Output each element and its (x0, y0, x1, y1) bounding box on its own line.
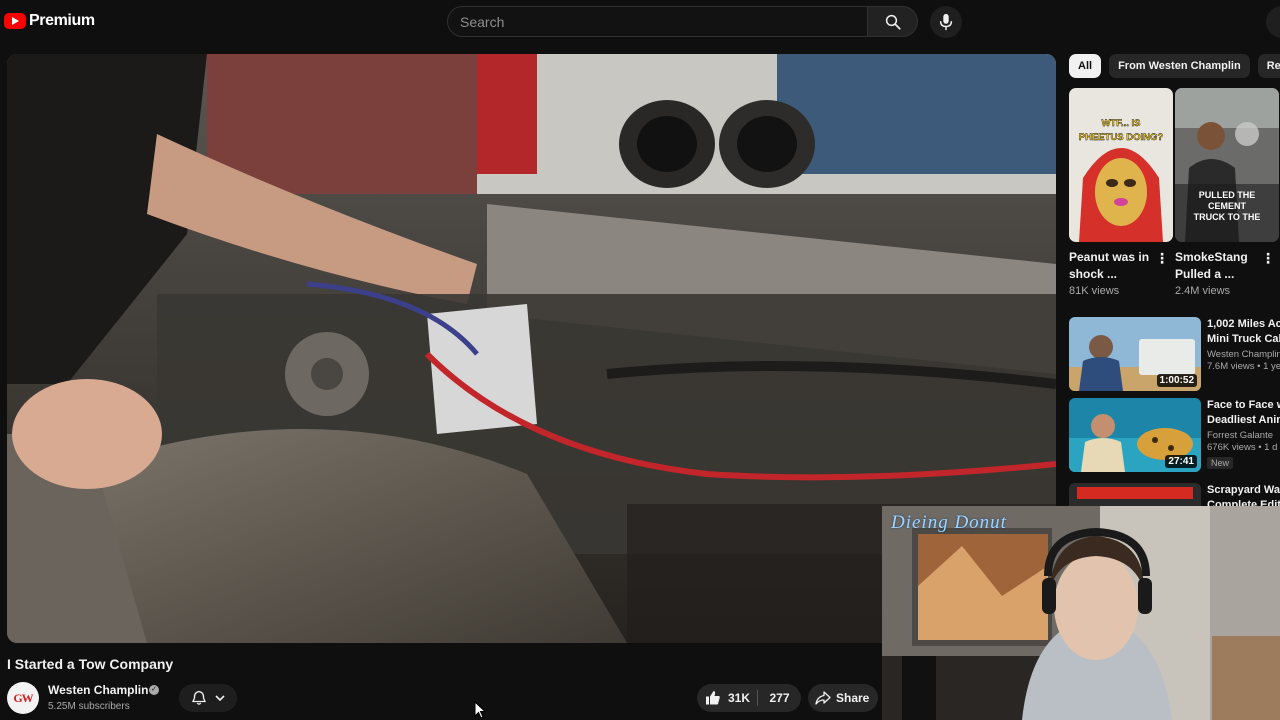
microphone-icon (939, 13, 953, 31)
svg-text:TRUCK TO THE: TRUCK TO THE (1194, 212, 1261, 222)
svg-text:PHEETUS DOING?: PHEETUS DOING? (1079, 132, 1164, 143)
search-input[interactable] (448, 7, 867, 36)
streamer-name-label: Dieing Donut (891, 512, 1007, 533)
video-duration: 1:00:52 (1156, 374, 1197, 387)
like-dislike-group: 31K 277 (697, 684, 801, 712)
chevron-down-icon (214, 695, 225, 702)
streamer-webcam-overlay: Dieing Donut (882, 506, 1280, 720)
video-title: I Started a Tow Company (7, 656, 174, 672)
youtube-logo-icon (4, 13, 26, 29)
short-title[interactable]: Peanut was in shock ... (1069, 249, 1153, 283)
short-thumbnail[interactable]: WTF... IS PHEETUS DOING? (1069, 88, 1173, 242)
svg-text:CEMENT: CEMENT (1208, 201, 1247, 211)
chip-related[interactable]: Relat (1257, 54, 1280, 78)
youtube-logo[interactable]: Premium (4, 12, 95, 30)
channel-avatar-initials: GW (13, 690, 33, 705)
video-meta: 7.6M views • 1 ye (1207, 361, 1280, 372)
mouse-cursor-icon (474, 701, 486, 719)
masthead: Premium (0, 0, 1280, 44)
like-button[interactable]: 31K (697, 684, 757, 712)
like-count: 31K (728, 691, 751, 705)
create-button[interactable] (1266, 6, 1280, 38)
chip-from-channel[interactable]: From Westen Champlin (1109, 54, 1250, 78)
video-thumbnail[interactable]: 1:00:52 (1069, 317, 1201, 391)
short-thumbnail[interactable]: PULLED THE CEMENT TRUCK TO THE (1175, 88, 1279, 242)
logo-text: Premium (29, 12, 95, 29)
webcam-feed (882, 506, 1280, 720)
video-title-line[interactable]: Scrapyard War (1207, 483, 1280, 498)
video-channel[interactable]: Westen Champlin (1207, 349, 1280, 360)
channel-avatar[interactable]: GW (7, 682, 39, 714)
more-options-icon[interactable]: ⋮ (1261, 251, 1275, 265)
recommended-video[interactable]: 1:00:52 1,002 Miles Ac Mini Truck Cab We… (1069, 317, 1280, 391)
share-label: Share (836, 691, 870, 705)
verified-check-icon: ✓ (149, 685, 159, 695)
short-views: 81K views (1069, 285, 1120, 297)
video-thumbnail[interactable]: 27:41 (1069, 398, 1201, 472)
more-options-icon[interactable]: ⋮ (1155, 251, 1169, 265)
short-card[interactable]: PULLED THE CEMENT TRUCK TO THE SmokeStan… (1175, 88, 1279, 297)
channel-name[interactable]: Westen Champlin (48, 683, 148, 697)
bell-icon (191, 690, 206, 705)
recommended-video[interactable]: 27:41 Face to Face w Deadliest Anim Forr… (1069, 398, 1280, 472)
video-duration: 27:41 (1165, 455, 1197, 468)
short-views: 2.4M views (1175, 285, 1231, 297)
search-icon (885, 14, 901, 30)
video-title-line[interactable]: Mini Truck Cab (1207, 332, 1280, 347)
dislike-button[interactable]: 277 (758, 684, 801, 712)
new-badge: New (1207, 457, 1234, 469)
voice-search-button[interactable] (930, 6, 962, 38)
short-title[interactable]: SmokeStang Pulled a ... (1175, 249, 1259, 283)
chip-all[interactable]: All (1069, 54, 1102, 78)
filter-chips: All From Westen Champlin Relat (1069, 54, 1280, 78)
search-button[interactable] (868, 6, 918, 37)
video-title-line[interactable]: 1,002 Miles Ac (1207, 317, 1280, 332)
video-title-line[interactable]: Deadliest Anim (1207, 413, 1280, 428)
svg-text:WTF... IS: WTF... IS (1101, 118, 1140, 129)
notification-bell-button[interactable] (179, 684, 237, 712)
svg-text:PULLED THE: PULLED THE (1199, 190, 1256, 200)
subscriber-count: 5.25M subscribers (48, 701, 130, 712)
share-button[interactable]: Share (808, 684, 878, 712)
thumbs-up-icon (706, 691, 720, 705)
video-channel[interactable]: Forrest Galante (1207, 430, 1280, 441)
search-box[interactable] (447, 6, 868, 37)
share-icon (815, 691, 831, 705)
video-title-line[interactable]: Face to Face w (1207, 398, 1280, 413)
short-card[interactable]: WTF... IS PHEETUS DOING? Peanut was in s… (1069, 88, 1173, 297)
video-meta: 676K views • 1 d (1207, 442, 1278, 453)
